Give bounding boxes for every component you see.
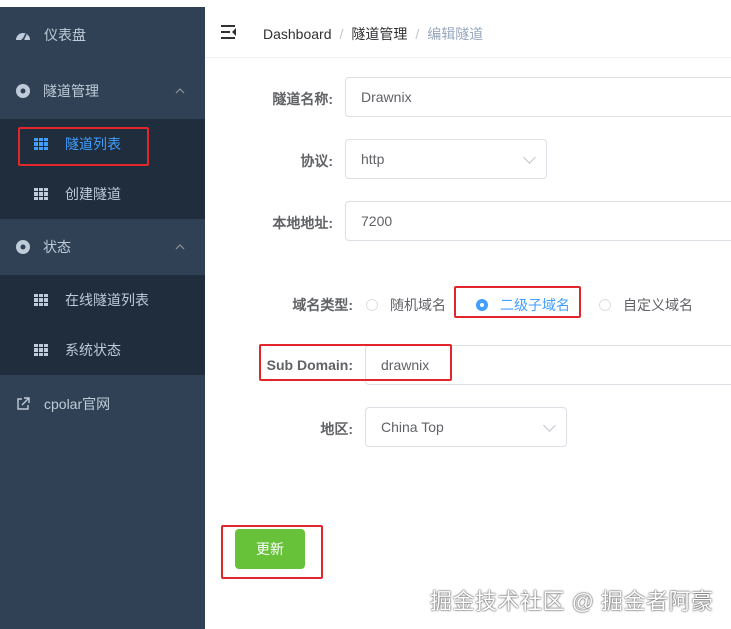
sidebar-item-label: 在线隧道列表 [65,292,149,308]
breadcrumb-separator: / [415,26,420,42]
circle-disc-icon [15,239,31,255]
collapse-menu-icon[interactable] [221,25,237,39]
watermark-text: 掘金技术社区 @ 掘金者阿豪 [430,589,714,614]
radio-random-domain[interactable]: 随机域名 [366,295,446,315]
sidebar-item-dashboard[interactable]: 仪表盘 [0,7,205,63]
grid-table-icon [34,188,48,200]
breadcrumb-edit-tunnel: 编辑隧道 [427,26,484,42]
sidebar-item-tunnel-management[interactable]: 隧道管理 [0,63,205,119]
protocol-label: 协议: [300,153,333,169]
tunnel-name-value: Drawnix [361,89,412,105]
chevron-down-icon [543,419,556,432]
top-strip [0,0,731,7]
breadcrumb-separator: / [339,26,344,42]
tunnel-name-label: 隧道名称: [272,91,333,107]
radio-custom-domain[interactable]: 自定义域名 [599,295,693,315]
sidebar: 仪表盘 隧道管理 隧道列表 创建隧道 状态 在线隧道列表 系统状态 cpolar… [0,7,205,629]
sidebar-item-label: cpolar官网 [44,396,111,412]
sidebar-item-label: 系统状态 [65,342,121,358]
sidebar-item-label: 创建隧道 [65,186,121,202]
domain-type-label: 域名类型: [292,297,353,313]
sidebar-item-cpolar-site[interactable]: cpolar官网 [0,376,205,432]
local-address-value: 7200 [361,213,393,229]
breadcrumb-tunnel-management[interactable]: 隧道管理 [351,26,407,42]
breadcrumb-dashboard[interactable]: Dashboard [263,26,332,42]
highlight-box-subdomain-radio [454,286,581,318]
sidebar-item-label: 状态 [43,239,71,255]
sidebar-item-create-tunnel[interactable]: 创建隧道 [0,169,205,219]
local-address-input[interactable]: 7200 [345,201,731,241]
sidebar-item-online-tunnels[interactable]: 在线隧道列表 [0,275,205,325]
highlight-box-update-button [221,525,323,579]
external-link-icon [15,396,31,412]
tunnel-name-input[interactable]: Drawnix [345,77,731,117]
radio-circle [599,299,611,311]
region-select[interactable]: China Top [365,407,567,447]
protocol-value: http [361,151,385,167]
sidebar-item-system-status[interactable]: 系统状态 [0,325,205,375]
sidebar-item-label: 仪表盘 [44,27,86,43]
chevron-up-icon [175,241,185,253]
radio-label: 自定义域名 [623,297,693,313]
radio-label: 随机域名 [390,297,446,313]
local-address-label: 本地地址: [272,215,333,231]
submenu-status: 在线隧道列表 系统状态 [0,275,205,375]
sidebar-item-label: 隧道管理 [43,83,99,99]
breadcrumb: Dashboard / 隧道管理 / 编辑隧道 [263,24,483,44]
protocol-select[interactable]: http [345,139,547,179]
region-label: 地区: [320,421,353,437]
highlight-box-tunnel-list [18,127,149,166]
dashboard-gauge-icon [15,27,31,43]
radio-circle [366,299,378,311]
chevron-down-icon [523,151,536,164]
sidebar-item-status[interactable]: 状态 [0,219,205,275]
highlight-box-sub-domain [259,344,452,381]
region-value: China Top [381,419,444,435]
grid-table-icon [34,344,48,356]
grid-table-icon [34,294,48,306]
header: Dashboard / 隧道管理 / 编辑隧道 [205,7,731,58]
circle-disc-icon [15,83,31,99]
chevron-up-icon [175,85,185,97]
